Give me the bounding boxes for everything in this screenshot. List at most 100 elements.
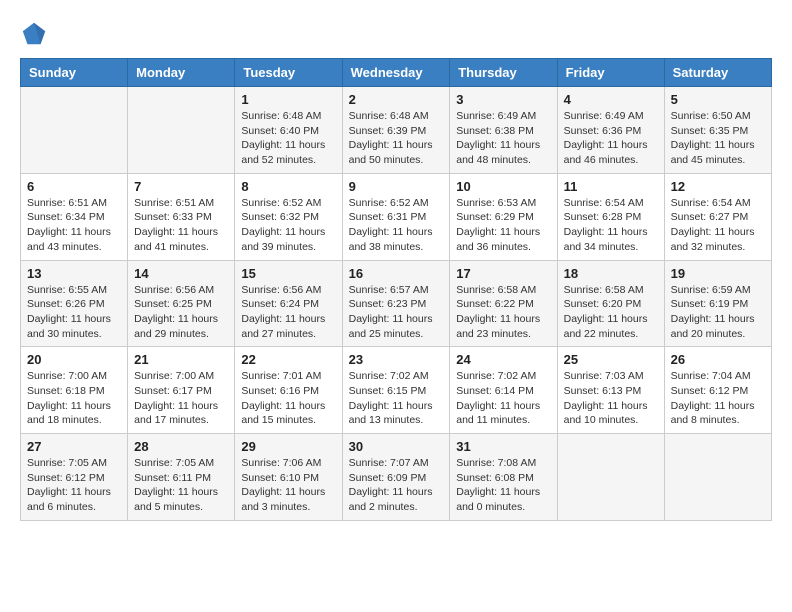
day-cell: 7Sunrise: 6:51 AM Sunset: 6:33 PM Daylig… (128, 173, 235, 260)
day-number: 10 (456, 179, 550, 194)
day-cell: 1 Sunrise: 6:48 AM Sunset: 6:40 PM Daylig… (235, 87, 342, 174)
day-number: 16 (349, 266, 444, 281)
day-number: 18 (564, 266, 658, 281)
day-cell: 12 Sunrise: 6:54 AM Sunset: 6:27 PM Dayli… (664, 173, 771, 260)
day-info: Sunrise: 7:02 AM Sunset: 6:14 PM Dayligh… (456, 369, 550, 428)
day-cell: 21Sunrise: 7:00 AM Sunset: 6:17 PM Dayli… (128, 347, 235, 434)
day-cell: 23 Sunrise: 7:02 AM Sunset: 6:15 PM Dayli… (342, 347, 450, 434)
header-row: SundayMondayTuesdayWednesdayThursdayFrid… (21, 59, 772, 87)
day-cell: 4 Sunrise: 6:49 AM Sunset: 6:36 PM Daylig… (557, 87, 664, 174)
day-info: Sunrise: 6:58 AM Sunset: 6:20 PM Dayligh… (564, 283, 658, 342)
day-info: Sunrise: 6:54 AM Sunset: 6:27 PM Dayligh… (671, 196, 765, 255)
day-number: 5 (671, 92, 765, 107)
header-tuesday: Tuesday (235, 59, 342, 87)
day-info: Sunrise: 7:07 AM Sunset: 6:09 PM Dayligh… (349, 456, 444, 515)
day-cell: 15 Sunrise: 6:56 AM Sunset: 6:24 PM Dayli… (235, 260, 342, 347)
header-friday: Friday (557, 59, 664, 87)
day-info: Sunrise: 7:05 AM Sunset: 6:11 PM Dayligh… (134, 456, 228, 515)
day-info: Sunrise: 6:55 AM Sunset: 6:26 PM Dayligh… (27, 283, 121, 342)
day-number: 4 (564, 92, 658, 107)
day-number: 30 (349, 439, 444, 454)
day-cell: 28 Sunrise: 7:05 AM Sunset: 6:11 PM Dayli… (128, 434, 235, 521)
day-number: 25 (564, 352, 658, 367)
day-info: Sunrise: 6:49 AM Sunset: 6:36 PM Dayligh… (564, 109, 658, 168)
day-number: 1 (241, 92, 335, 107)
day-info: Sunrise: 7:01 AM Sunset: 6:16 PM Dayligh… (241, 369, 335, 428)
header-thursday: Thursday (450, 59, 557, 87)
day-cell: 9 Sunrise: 6:52 AM Sunset: 6:31 PM Daylig… (342, 173, 450, 260)
day-cell: 3 Sunrise: 6:49 AM Sunset: 6:38 PM Daylig… (450, 87, 557, 174)
day-number: 21 (134, 352, 228, 367)
day-number: 13 (27, 266, 121, 281)
week-row-3: 20Sunrise: 7:00 AM Sunset: 6:18 PM Dayli… (21, 347, 772, 434)
day-cell: 6Sunrise: 6:51 AM Sunset: 6:34 PM Daylig… (21, 173, 128, 260)
header-sunday: Sunday (21, 59, 128, 87)
day-info: Sunrise: 7:03 AM Sunset: 6:13 PM Dayligh… (564, 369, 658, 428)
day-cell: 31Sunrise: 7:08 AM Sunset: 6:08 PM Dayli… (450, 434, 557, 521)
week-row-4: 27 Sunrise: 7:05 AM Sunset: 6:12 PM Dayli… (21, 434, 772, 521)
day-number: 9 (349, 179, 444, 194)
header-wednesday: Wednesday (342, 59, 450, 87)
day-number: 23 (349, 352, 444, 367)
day-number: 24 (456, 352, 550, 367)
header-saturday: Saturday (664, 59, 771, 87)
day-cell: 2 Sunrise: 6:48 AM Sunset: 6:39 PM Daylig… (342, 87, 450, 174)
week-row-0: 1 Sunrise: 6:48 AM Sunset: 6:40 PM Daylig… (21, 87, 772, 174)
day-number: 22 (241, 352, 335, 367)
day-number: 31 (456, 439, 550, 454)
day-cell: 16 Sunrise: 6:57 AM Sunset: 6:23 PM Dayli… (342, 260, 450, 347)
day-info: Sunrise: 6:52 AM Sunset: 6:32 PM Dayligh… (241, 196, 335, 255)
day-cell: 17 Sunrise: 6:58 AM Sunset: 6:22 PM Dayli… (450, 260, 557, 347)
day-cell: 18 Sunrise: 6:58 AM Sunset: 6:20 PM Dayli… (557, 260, 664, 347)
day-info: Sunrise: 6:52 AM Sunset: 6:31 PM Dayligh… (349, 196, 444, 255)
day-info: Sunrise: 6:49 AM Sunset: 6:38 PM Dayligh… (456, 109, 550, 168)
day-number: 2 (349, 92, 444, 107)
week-row-1: 6Sunrise: 6:51 AM Sunset: 6:34 PM Daylig… (21, 173, 772, 260)
day-cell (128, 87, 235, 174)
day-number: 28 (134, 439, 228, 454)
day-number: 26 (671, 352, 765, 367)
day-number: 19 (671, 266, 765, 281)
day-cell: 14Sunrise: 6:56 AM Sunset: 6:25 PM Dayli… (128, 260, 235, 347)
day-info: Sunrise: 7:05 AM Sunset: 6:12 PM Dayligh… (27, 456, 121, 515)
day-info: Sunrise: 7:00 AM Sunset: 6:18 PM Dayligh… (27, 369, 121, 428)
day-info: Sunrise: 6:57 AM Sunset: 6:23 PM Dayligh… (349, 283, 444, 342)
day-cell: 13 Sunrise: 6:55 AM Sunset: 6:26 PM Dayli… (21, 260, 128, 347)
day-info: Sunrise: 7:06 AM Sunset: 6:10 PM Dayligh… (241, 456, 335, 515)
page-header (20, 20, 772, 48)
day-cell: 8 Sunrise: 6:52 AM Sunset: 6:32 PM Daylig… (235, 173, 342, 260)
day-info: Sunrise: 6:48 AM Sunset: 6:40 PM Dayligh… (241, 109, 335, 168)
day-cell: 10Sunrise: 6:53 AM Sunset: 6:29 PM Dayli… (450, 173, 557, 260)
header-monday: Monday (128, 59, 235, 87)
calendar-table: SundayMondayTuesdayWednesdayThursdayFrid… (20, 58, 772, 521)
day-cell (557, 434, 664, 521)
week-row-2: 13 Sunrise: 6:55 AM Sunset: 6:26 PM Dayli… (21, 260, 772, 347)
day-info: Sunrise: 7:02 AM Sunset: 6:15 PM Dayligh… (349, 369, 444, 428)
day-number: 29 (241, 439, 335, 454)
day-info: Sunrise: 6:58 AM Sunset: 6:22 PM Dayligh… (456, 283, 550, 342)
day-info: Sunrise: 6:56 AM Sunset: 6:25 PM Dayligh… (134, 283, 228, 342)
day-info: Sunrise: 6:51 AM Sunset: 6:34 PM Dayligh… (27, 196, 121, 255)
logo-icon (20, 20, 48, 48)
day-cell: 26Sunrise: 7:04 AM Sunset: 6:12 PM Dayli… (664, 347, 771, 434)
day-number: 8 (241, 179, 335, 194)
day-info: Sunrise: 6:56 AM Sunset: 6:24 PM Dayligh… (241, 283, 335, 342)
day-cell (21, 87, 128, 174)
day-cell: 19Sunrise: 6:59 AM Sunset: 6:19 PM Dayli… (664, 260, 771, 347)
day-number: 12 (671, 179, 765, 194)
logo (20, 20, 50, 48)
day-number: 15 (241, 266, 335, 281)
day-info: Sunrise: 6:48 AM Sunset: 6:39 PM Dayligh… (349, 109, 444, 168)
day-cell: 11 Sunrise: 6:54 AM Sunset: 6:28 PM Dayli… (557, 173, 664, 260)
day-cell: 27 Sunrise: 7:05 AM Sunset: 6:12 PM Dayli… (21, 434, 128, 521)
day-cell: 22 Sunrise: 7:01 AM Sunset: 6:16 PM Dayli… (235, 347, 342, 434)
day-number: 3 (456, 92, 550, 107)
day-info: Sunrise: 6:50 AM Sunset: 6:35 PM Dayligh… (671, 109, 765, 168)
day-info: Sunrise: 6:54 AM Sunset: 6:28 PM Dayligh… (564, 196, 658, 255)
day-cell: 20Sunrise: 7:00 AM Sunset: 6:18 PM Dayli… (21, 347, 128, 434)
day-cell (664, 434, 771, 521)
day-number: 11 (564, 179, 658, 194)
day-number: 27 (27, 439, 121, 454)
day-number: 17 (456, 266, 550, 281)
day-cell: 25 Sunrise: 7:03 AM Sunset: 6:13 PM Dayli… (557, 347, 664, 434)
